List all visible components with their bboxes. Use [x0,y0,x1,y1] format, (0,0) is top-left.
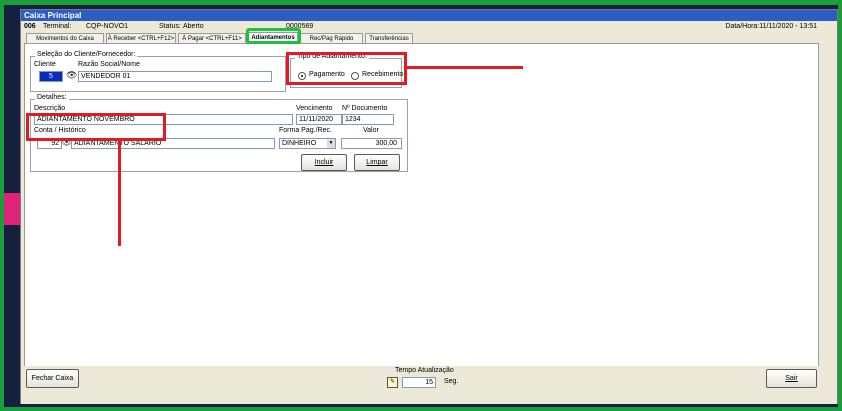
callout-left: Clicando nesse ícone do binóculo, será n… [32,254,242,319]
datetime-display: Data/Hora:11/11/2020 - 13:51 [725,23,817,30]
forma-select[interactable]: DINHEIRO ▼ [279,138,336,149]
incluir-button[interactable]: Incluir [301,154,347,171]
limpar-button-label: Limpar [366,159,388,166]
descricao-label: Descrição [34,105,66,112]
caixa-code: 006 [24,23,36,30]
terminal-label: Terminal: [43,23,72,30]
status-value: Aberto [183,23,204,30]
pin-icon[interactable]: ✎ [387,377,398,388]
decorative-stripe [4,193,20,225]
seg-label: Seg. [444,378,459,385]
client-group-title: Seleção do Cliente/Fornecedor: [35,51,138,58]
incluir-button-label: Incluir [314,159,334,166]
chevron-down-icon[interactable]: ▼ [327,139,335,148]
forma-label: Forma Pag./Rec. [279,127,332,134]
callout-right: Aqui, marque o campo de "Pagamento" [540,54,628,102]
terminal-value: CQP-NOVO1 [86,23,129,30]
window-title: Caixa Principal [21,10,837,21]
tab-transferencias[interactable]: Transferências [365,33,413,43]
info-bar: 006 Terminal: CQP-NOVO1 Status: Aberto 0… [21,22,837,32]
limpar-button[interactable]: Limpar [354,154,400,171]
valor-label: Valor [363,127,379,134]
tipo-highlight [286,52,407,85]
documento-input[interactable]: 1234 [342,114,394,125]
vencimento-label: Vencimento [296,105,333,112]
arrow-line-right [407,66,523,69]
arrow-line-left [118,141,121,246]
tab-a-receber[interactable]: À Receber <CTRL+F12> [106,33,176,43]
razao-label: Razão Social/Nome [78,61,140,68]
valor-input[interactable]: 300,00 [341,138,402,149]
cliente-label: Cliente [34,61,56,68]
client-group: Seleção do Cliente/Fornecedor: Cliente R… [30,51,286,92]
documento-label: Nº Documento [342,105,388,112]
sair-button-label: Sair [785,375,798,382]
sair-button[interactable]: Sair [766,369,817,388]
cliente-code-input[interactable]: 5 [39,71,63,82]
details-group-title: Detalhes: [35,94,69,101]
forma-select-value: DINHEIRO [282,140,317,147]
conta-highlight [26,113,166,141]
status-label: Status: [159,23,181,30]
tab-a-pagar[interactable]: À Pagar <CTRL+F11> [178,33,246,43]
bottom-bar: Fechar Caixa Tempo Atualização ✎ 15 Seg.… [21,366,837,404]
tab-rec-pag-rapido[interactable]: Rec/Pag Rápido [300,33,363,43]
binoculars-icon[interactable]: 👁 [66,70,77,81]
tempo-label: Tempo Atualização [395,367,454,374]
vencimento-input[interactable]: 11/11/2020 [296,114,342,125]
tempo-input[interactable]: 15 [402,377,436,388]
tab-highlight [246,28,301,44]
tab-movimentos[interactable]: Movimentos do Caixa [26,33,104,43]
fechar-caixa-button[interactable]: Fechar Caixa [26,369,79,388]
razao-social-input[interactable]: VENDEDOR 01 [78,71,272,82]
